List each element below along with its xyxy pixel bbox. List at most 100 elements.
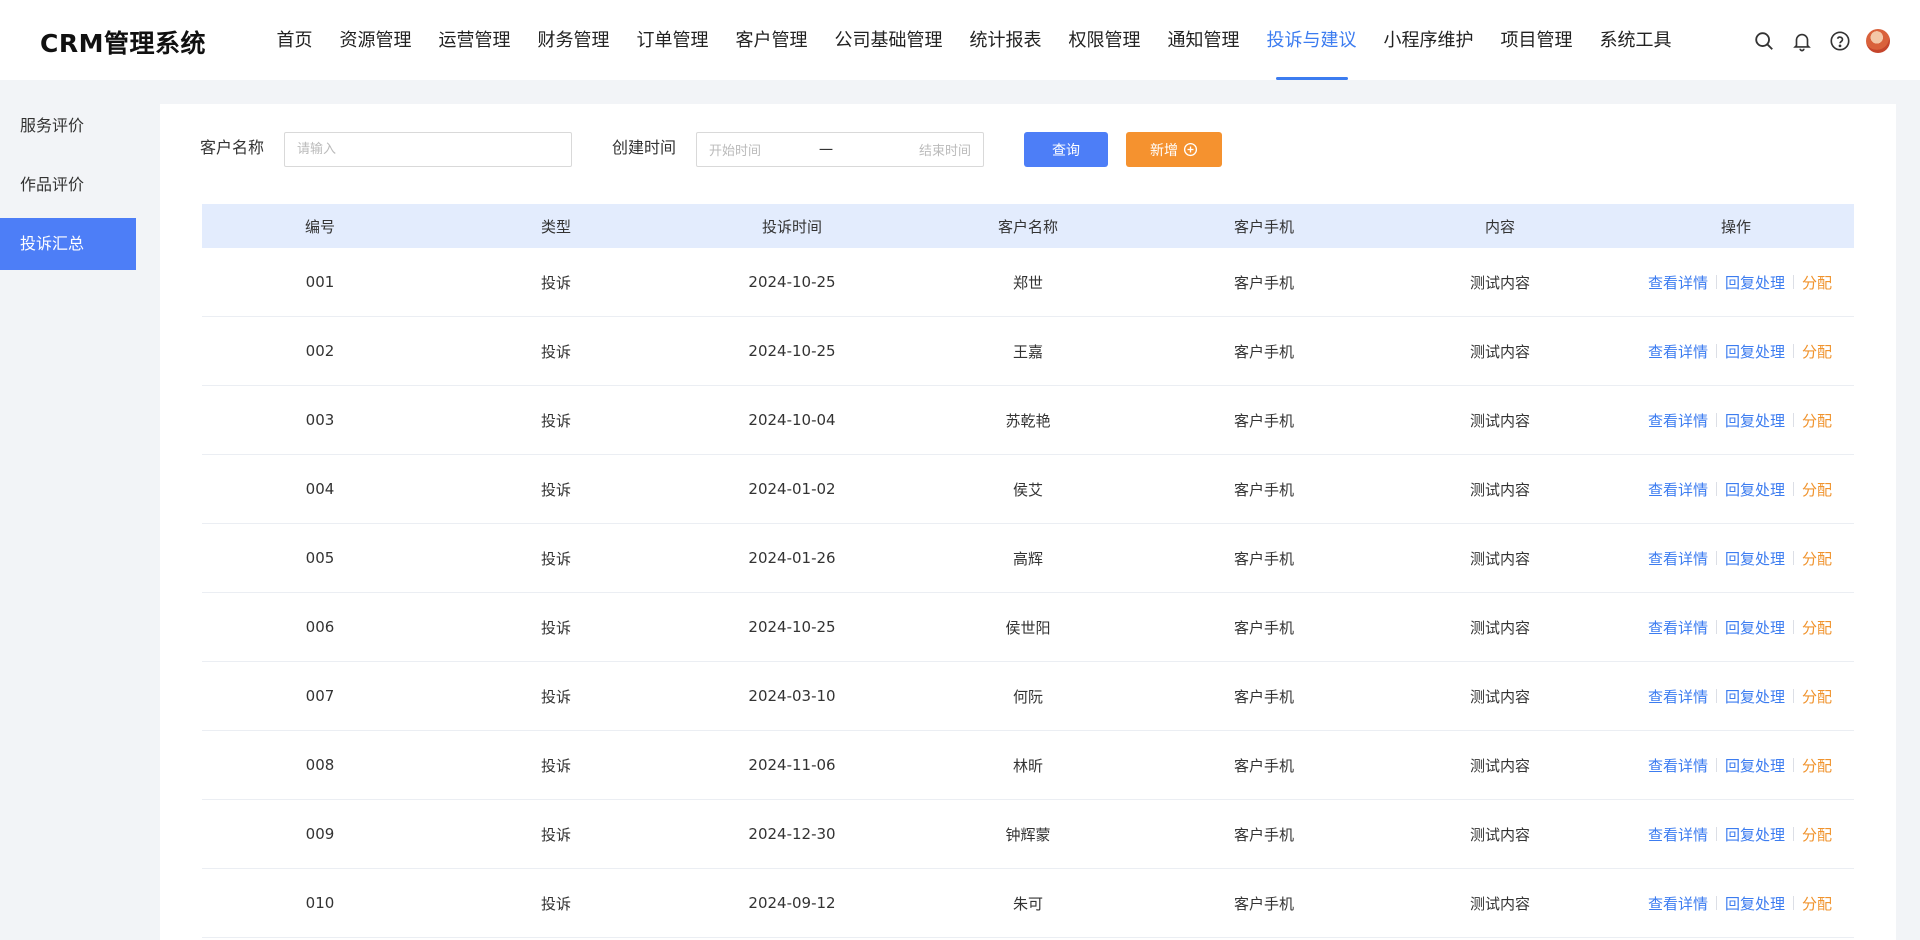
reply-process-link[interactable]: 回复处理 xyxy=(1725,824,1785,845)
view-details-link[interactable]: 查看详情 xyxy=(1648,686,1708,707)
view-details-link[interactable]: 查看详情 xyxy=(1648,893,1708,914)
top-header: CRM管理系统 首页 资源管理 运营管理 财务管理 订单管理 客户管理 公司基础… xyxy=(0,0,1920,80)
action-divider xyxy=(1792,827,1794,841)
nav-item-orders[interactable]: 订单管理 xyxy=(623,0,722,80)
assign-link[interactable]: 分配 xyxy=(1802,548,1832,569)
nav-item-finance[interactable]: 财务管理 xyxy=(524,0,623,80)
reply-process-link[interactable]: 回复处理 xyxy=(1725,893,1785,914)
assign-link[interactable]: 分配 xyxy=(1802,824,1832,845)
cell-id: 008 xyxy=(305,756,335,774)
nav-item-operations[interactable]: 运营管理 xyxy=(425,0,524,80)
start-date-input[interactable]: 开始时间 xyxy=(709,140,819,159)
nav-item-projects[interactable]: 项目管理 xyxy=(1487,0,1586,80)
search-icon[interactable] xyxy=(1750,27,1778,55)
sidebar-item-service-review[interactable]: 服务评价 xyxy=(0,100,136,152)
nav-item-miniprogram[interactable]: 小程序维护 xyxy=(1370,0,1487,80)
reply-process-link[interactable]: 回复处理 xyxy=(1725,686,1785,707)
view-details-link[interactable]: 查看详情 xyxy=(1648,410,1708,431)
sidebar-item-work-review[interactable]: 作品评价 xyxy=(0,159,136,211)
cell-customer-name: 钟辉蒙 xyxy=(1005,825,1051,844)
cell-customer-name: 侯艾 xyxy=(1012,480,1043,499)
assign-link[interactable]: 分配 xyxy=(1802,479,1832,500)
main-content: 客户名称 创建时间 开始时间 一 结束时间 查询 新增 编号 类型 投诉时间 客… xyxy=(160,104,1896,940)
reply-process-link[interactable]: 回复处理 xyxy=(1725,410,1785,431)
cell-id: 004 xyxy=(305,480,335,498)
nav-item-tools[interactable]: 系统工具 xyxy=(1586,0,1685,80)
main-nav: 首页 资源管理 运营管理 财务管理 订单管理 客户管理 公司基础管理 统计报表 … xyxy=(263,0,1685,80)
filter-bar: 客户名称 创建时间 开始时间 一 结束时间 查询 新增 xyxy=(160,128,1896,168)
table-row: 002 投诉 2024-10-25 王嘉 客户手机 测试内容 查看详情 回复处理 分配 xyxy=(202,317,1854,386)
nav-item-reports[interactable]: 统计报表 xyxy=(956,0,1055,80)
nav-item-permissions[interactable]: 权限管理 xyxy=(1055,0,1154,80)
reply-process-link[interactable]: 回复处理 xyxy=(1725,755,1785,776)
sidebar: 服务评价 作品评价 投诉汇总 xyxy=(0,100,136,277)
reply-process-link[interactable]: 回复处理 xyxy=(1725,341,1785,362)
cell-customer-phone: 客户手机 xyxy=(1233,342,1294,361)
cell-id: 003 xyxy=(305,411,335,429)
view-details-link[interactable]: 查看详情 xyxy=(1648,548,1708,569)
user-avatar[interactable] xyxy=(1864,27,1892,55)
cell-id: 005 xyxy=(305,549,335,567)
add-button[interactable]: 新增 xyxy=(1126,132,1222,167)
nav-item-company[interactable]: 公司基础管理 xyxy=(821,0,956,80)
cell-content: 测试内容 xyxy=(1469,342,1530,361)
plus-circle-icon xyxy=(1183,142,1198,157)
assign-link[interactable]: 分配 xyxy=(1802,272,1832,293)
assign-link[interactable]: 分配 xyxy=(1802,341,1832,362)
nav-item-resources[interactable]: 资源管理 xyxy=(326,0,425,80)
view-details-link[interactable]: 查看详情 xyxy=(1648,824,1708,845)
cell-customer-phone: 客户手机 xyxy=(1233,825,1294,844)
nav-item-notifications[interactable]: 通知管理 xyxy=(1154,0,1253,80)
view-details-link[interactable]: 查看详情 xyxy=(1648,272,1708,293)
table-row: 007 投诉 2024-03-10 何阮 客户手机 测试内容 查看详情 回复处理 分配 xyxy=(202,662,1854,731)
table-header: 编号 类型 投诉时间 客户名称 客户手机 内容 操作 xyxy=(202,204,1854,248)
assign-link[interactable]: 分配 xyxy=(1802,893,1832,914)
cell-actions: 查看详情 回复处理 分配 xyxy=(1618,617,1854,638)
range-separator: 一 xyxy=(819,142,833,159)
action-divider xyxy=(1715,482,1717,496)
view-details-link[interactable]: 查看详情 xyxy=(1648,755,1708,776)
view-details-link[interactable]: 查看详情 xyxy=(1648,479,1708,500)
nav-item-home[interactable]: 首页 xyxy=(263,0,326,80)
cell-id: 006 xyxy=(305,618,335,636)
cell-content: 测试内容 xyxy=(1469,480,1530,499)
reply-process-link[interactable]: 回复处理 xyxy=(1725,479,1785,500)
view-details-link[interactable]: 查看详情 xyxy=(1648,341,1708,362)
reply-process-link[interactable]: 回复处理 xyxy=(1725,617,1785,638)
cell-content: 测试内容 xyxy=(1469,549,1530,568)
bell-icon[interactable] xyxy=(1788,27,1816,55)
table-row: 001 投诉 2024-10-25 郑世 客户手机 测试内容 查看详情 回复处理 分配 xyxy=(202,248,1854,317)
reply-process-link[interactable]: 回复处理 xyxy=(1725,272,1785,293)
table-row: 009 投诉 2024-12-30 钟辉蒙 客户手机 测试内容 查看详情 回复处理 分配 xyxy=(202,800,1854,869)
reply-process-link[interactable]: 回复处理 xyxy=(1725,548,1785,569)
cell-type: 投诉 xyxy=(540,549,571,568)
view-details-link[interactable]: 查看详情 xyxy=(1648,617,1708,638)
query-button[interactable]: 查询 xyxy=(1024,132,1108,167)
cell-type: 投诉 xyxy=(540,825,571,844)
sidebar-item-complaint-summary[interactable]: 投诉汇总 xyxy=(0,218,136,270)
cell-customer-name: 何阮 xyxy=(1012,687,1043,706)
customer-name-input[interactable] xyxy=(284,132,572,167)
cell-customer-phone: 客户手机 xyxy=(1233,549,1294,568)
cell-customer-name: 高辉 xyxy=(1012,549,1043,568)
table-row: 008 投诉 2024-11-06 林昕 客户手机 测试内容 查看详情 回复处理 分配 xyxy=(202,731,1854,800)
cell-content: 测试内容 xyxy=(1469,825,1530,844)
assign-link[interactable]: 分配 xyxy=(1802,686,1832,707)
nav-item-complaints[interactable]: 投诉与建议 xyxy=(1253,0,1370,80)
assign-link[interactable]: 分配 xyxy=(1802,617,1832,638)
action-divider xyxy=(1715,758,1717,772)
assign-link[interactable]: 分配 xyxy=(1802,755,1832,776)
help-icon[interactable] xyxy=(1826,27,1854,55)
date-range-picker[interactable]: 开始时间 一 结束时间 xyxy=(696,132,984,167)
nav-item-customers[interactable]: 客户管理 xyxy=(722,0,821,80)
column-header-customer-name: 客户名称 xyxy=(997,217,1058,236)
cell-type: 投诉 xyxy=(540,756,571,775)
table-row: 006 投诉 2024-10-25 侯世阳 客户手机 测试内容 查看详情 回复处理 分配 xyxy=(202,593,1854,662)
end-date-input[interactable]: 结束时间 xyxy=(919,140,971,159)
cell-type: 投诉 xyxy=(540,273,571,292)
cell-customer-phone: 客户手机 xyxy=(1233,894,1294,913)
cell-time: 2024-09-12 xyxy=(748,894,836,912)
assign-link[interactable]: 分配 xyxy=(1802,410,1832,431)
cell-customer-name: 林昕 xyxy=(1012,756,1043,775)
cell-customer-phone: 客户手机 xyxy=(1233,618,1294,637)
